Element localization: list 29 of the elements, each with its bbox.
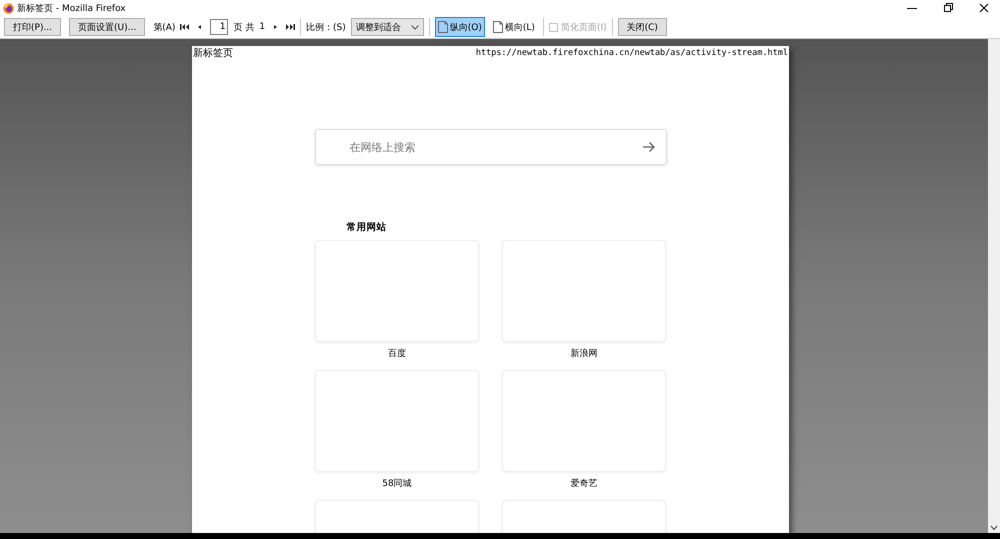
toolbar-label: 比例：(S) xyxy=(306,22,346,34)
scrollbar[interactable] xyxy=(988,39,1000,533)
page-header-url: https://newtab.firefoxchina.cn/newtab/as/activity-stream.html xyxy=(476,47,788,58)
page-number-field[interactable]: 1 xyxy=(210,19,228,35)
orientation-button[interactable]: 纵向(O) xyxy=(434,17,485,37)
window-title: 新标签页 - Mozilla Firefox xyxy=(17,2,126,14)
scroll-down-icon[interactable] xyxy=(990,525,998,531)
toolbar-button[interactable]: 页面设置(U)... xyxy=(69,18,146,36)
first-page-icon[interactable] xyxy=(180,23,190,31)
arrow-icon[interactable] xyxy=(642,141,656,153)
tile-label: 新浪网 xyxy=(570,348,598,360)
scale-dropdown[interactable]: 调整到适合 xyxy=(350,18,424,36)
page-icon xyxy=(438,21,448,33)
toolbar-button[interactable]: 打印(P)... xyxy=(4,18,62,36)
toolbar-label: 1 xyxy=(259,22,266,32)
tile-label: 百度 xyxy=(388,348,406,360)
search-field[interactable]: 在网络上搜索 xyxy=(314,129,666,165)
firefox-logo-icon xyxy=(3,2,14,14)
orientation-button[interactable]: 横向(L) xyxy=(490,17,538,37)
tile-label: 58同城 xyxy=(382,478,412,490)
last-page-icon[interactable] xyxy=(285,23,296,31)
chevron-down-icon xyxy=(410,24,419,30)
toolbar-label: 页 共 xyxy=(233,22,254,34)
toolbar-button[interactable]: 关闭(C) xyxy=(618,18,667,36)
tile-label: 爱奇艺 xyxy=(570,478,598,490)
page-icon xyxy=(492,21,503,33)
page-header-title: 新标签页 xyxy=(193,46,233,60)
section-title: 常用网站 xyxy=(346,221,388,234)
toolbar-label: 第(A) xyxy=(153,22,176,34)
